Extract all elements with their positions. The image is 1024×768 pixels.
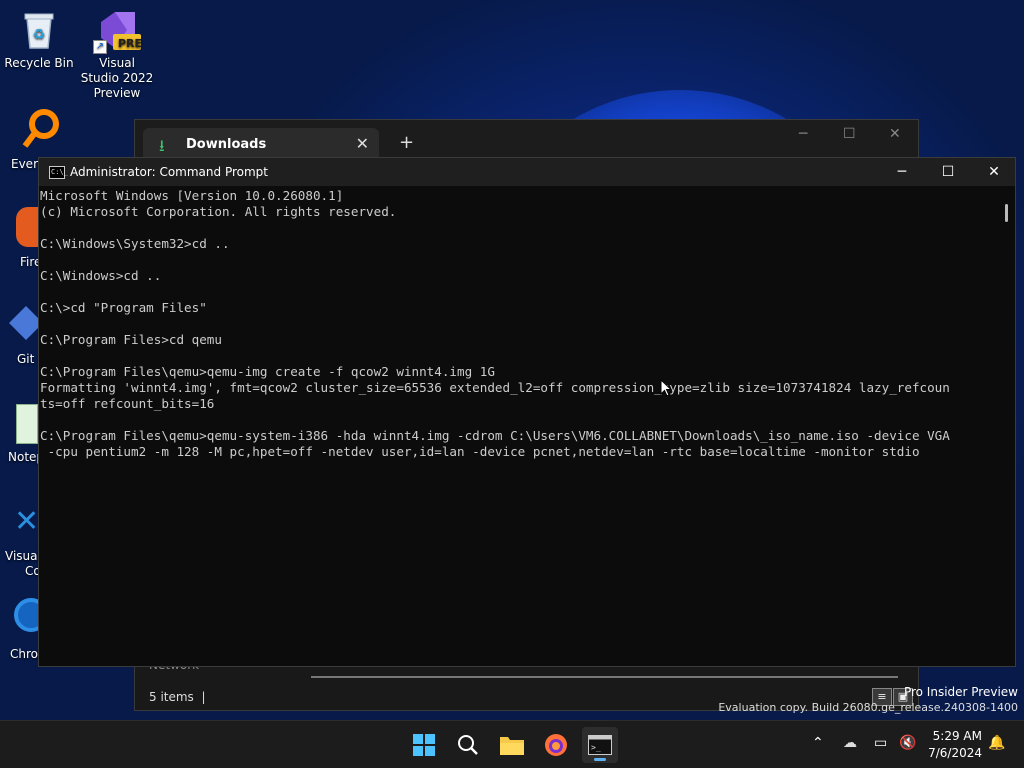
console-line: C:\Program Files>cd qemu bbox=[40, 332, 222, 347]
explorer-close-button[interactable]: ✕ bbox=[889, 126, 901, 142]
cmd-close-button[interactable]: ✕ bbox=[971, 158, 1017, 186]
recycle-bin-icon: ♻ bbox=[17, 8, 61, 52]
console-line: C:\>cd "Program Files" bbox=[40, 300, 207, 315]
new-tab-button[interactable]: + bbox=[399, 132, 414, 153]
explorer-tab-bar: ⭳ Downloads ✕ + ─ ☐ ✕ bbox=[135, 120, 918, 162]
start-icon bbox=[413, 734, 435, 756]
taskbar: >_ ⌃ ☁ ▭ 🔇 5:29 AM 7/6/2024 🔔 bbox=[0, 720, 1024, 768]
volume-icon[interactable]: 🔇 bbox=[899, 735, 916, 751]
firefox-desktop-icon[interactable] bbox=[16, 207, 40, 247]
desktop-icon-recycle-bin[interactable]: ♻ Recycle Bin bbox=[1, 8, 77, 71]
system-clock[interactable]: 5:29 AM 7/6/2024 bbox=[928, 728, 982, 762]
svg-text:>_: >_ bbox=[591, 743, 601, 752]
status-item-count: 5 items | bbox=[149, 690, 206, 704]
firefox-button[interactable] bbox=[538, 727, 574, 763]
command-prompt-window: C:\_ Administrator: Command Prompt ─ ☐ ✕… bbox=[38, 157, 1016, 667]
cmd-maximize-button[interactable]: ☐ bbox=[925, 158, 971, 186]
shortcut-arrow-icon: ↗ bbox=[93, 40, 107, 54]
console-line: (c) Microsoft Corporation. All rights re… bbox=[40, 204, 397, 219]
console-line: C:\Program Files\qemu>qemu-system-i386 -… bbox=[40, 428, 950, 443]
terminal-icon: >_ bbox=[588, 735, 612, 755]
cmd-window-title: Administrator: Command Prompt bbox=[70, 165, 268, 179]
file-explorer-icon bbox=[500, 737, 524, 755]
cmd-minimize-button[interactable]: ─ bbox=[879, 158, 925, 186]
everything-icon[interactable] bbox=[22, 106, 62, 154]
firefox-icon bbox=[545, 734, 567, 756]
vscode-label-1: Visual bbox=[5, 549, 41, 563]
notification-bell-icon[interactable]: 🔔 bbox=[988, 735, 1005, 751]
explorer-horizontal-scrollbar[interactable] bbox=[311, 676, 898, 678]
explorer-maximize-button[interactable]: ☐ bbox=[843, 126, 856, 142]
search-button[interactable] bbox=[450, 727, 486, 763]
vscode-icon[interactable]: ✕ bbox=[14, 507, 39, 537]
start-button[interactable] bbox=[406, 727, 442, 763]
console-line: C:\Windows>cd .. bbox=[40, 268, 162, 283]
cmd-vertical-scrollbar[interactable] bbox=[997, 186, 1015, 666]
svg-text:♻: ♻ bbox=[33, 27, 46, 43]
recycle-bin-label: Recycle Bin bbox=[4, 56, 74, 70]
active-app-indicator bbox=[594, 758, 606, 761]
desktop-icon-visual-studio[interactable]: ↗ PRE Visual Studio 2022 Preview bbox=[79, 8, 155, 101]
pre-badge: PRE bbox=[118, 37, 143, 50]
cmd-titlebar[interactable]: C:\_ Administrator: Command Prompt ─ ☐ ✕ bbox=[39, 158, 1015, 186]
console-output[interactable]: Microsoft Windows [Version 10.0.26080.1]… bbox=[39, 186, 997, 666]
console-line: -cpu pentium2 -m 128 -M pc,hpet=off -net… bbox=[40, 444, 920, 459]
terminal-button[interactable]: >_ bbox=[582, 727, 618, 763]
visual-studio-icon: ↗ PRE bbox=[93, 8, 143, 54]
console-line: C:\Program Files\qemu>qemu-img create -f… bbox=[40, 364, 495, 379]
console-line: Microsoft Windows [Version 10.0.26080.1] bbox=[40, 188, 344, 203]
watermark-build: Evaluation copy. Build 26080.ge_release.… bbox=[718, 701, 1018, 714]
console-line: ts=off refcount_bits=16 bbox=[40, 396, 215, 411]
console-line: Formatting 'winnt4.img', fmt=qcow2 clust… bbox=[40, 380, 950, 395]
file-explorer-button[interactable] bbox=[494, 727, 530, 763]
tab-title: Downloads bbox=[186, 137, 267, 152]
onedrive-icon[interactable]: ☁ bbox=[843, 735, 857, 751]
tab-close-button[interactable]: ✕ bbox=[356, 134, 369, 153]
clock-time: 5:29 AM bbox=[932, 729, 982, 743]
mouse-cursor-icon bbox=[660, 379, 672, 397]
notepad-icon[interactable] bbox=[16, 404, 38, 444]
watermark-edition: Pro Insider Preview bbox=[903, 685, 1018, 699]
clock-date: 7/6/2024 bbox=[928, 746, 982, 760]
console-line: C:\Windows\System32>cd .. bbox=[40, 236, 230, 251]
cmd-scroll-thumb[interactable] bbox=[1005, 204, 1008, 222]
network-icon[interactable]: ▭ bbox=[874, 735, 887, 751]
search-icon bbox=[458, 735, 478, 755]
visual-studio-label: Visual Studio 2022 Preview bbox=[80, 56, 154, 100]
cmd-app-icon: C:\_ bbox=[49, 166, 68, 179]
explorer-minimize-button[interactable]: ─ bbox=[799, 126, 807, 142]
show-hidden-icons-chevron-icon[interactable]: ⌃ bbox=[812, 735, 824, 751]
